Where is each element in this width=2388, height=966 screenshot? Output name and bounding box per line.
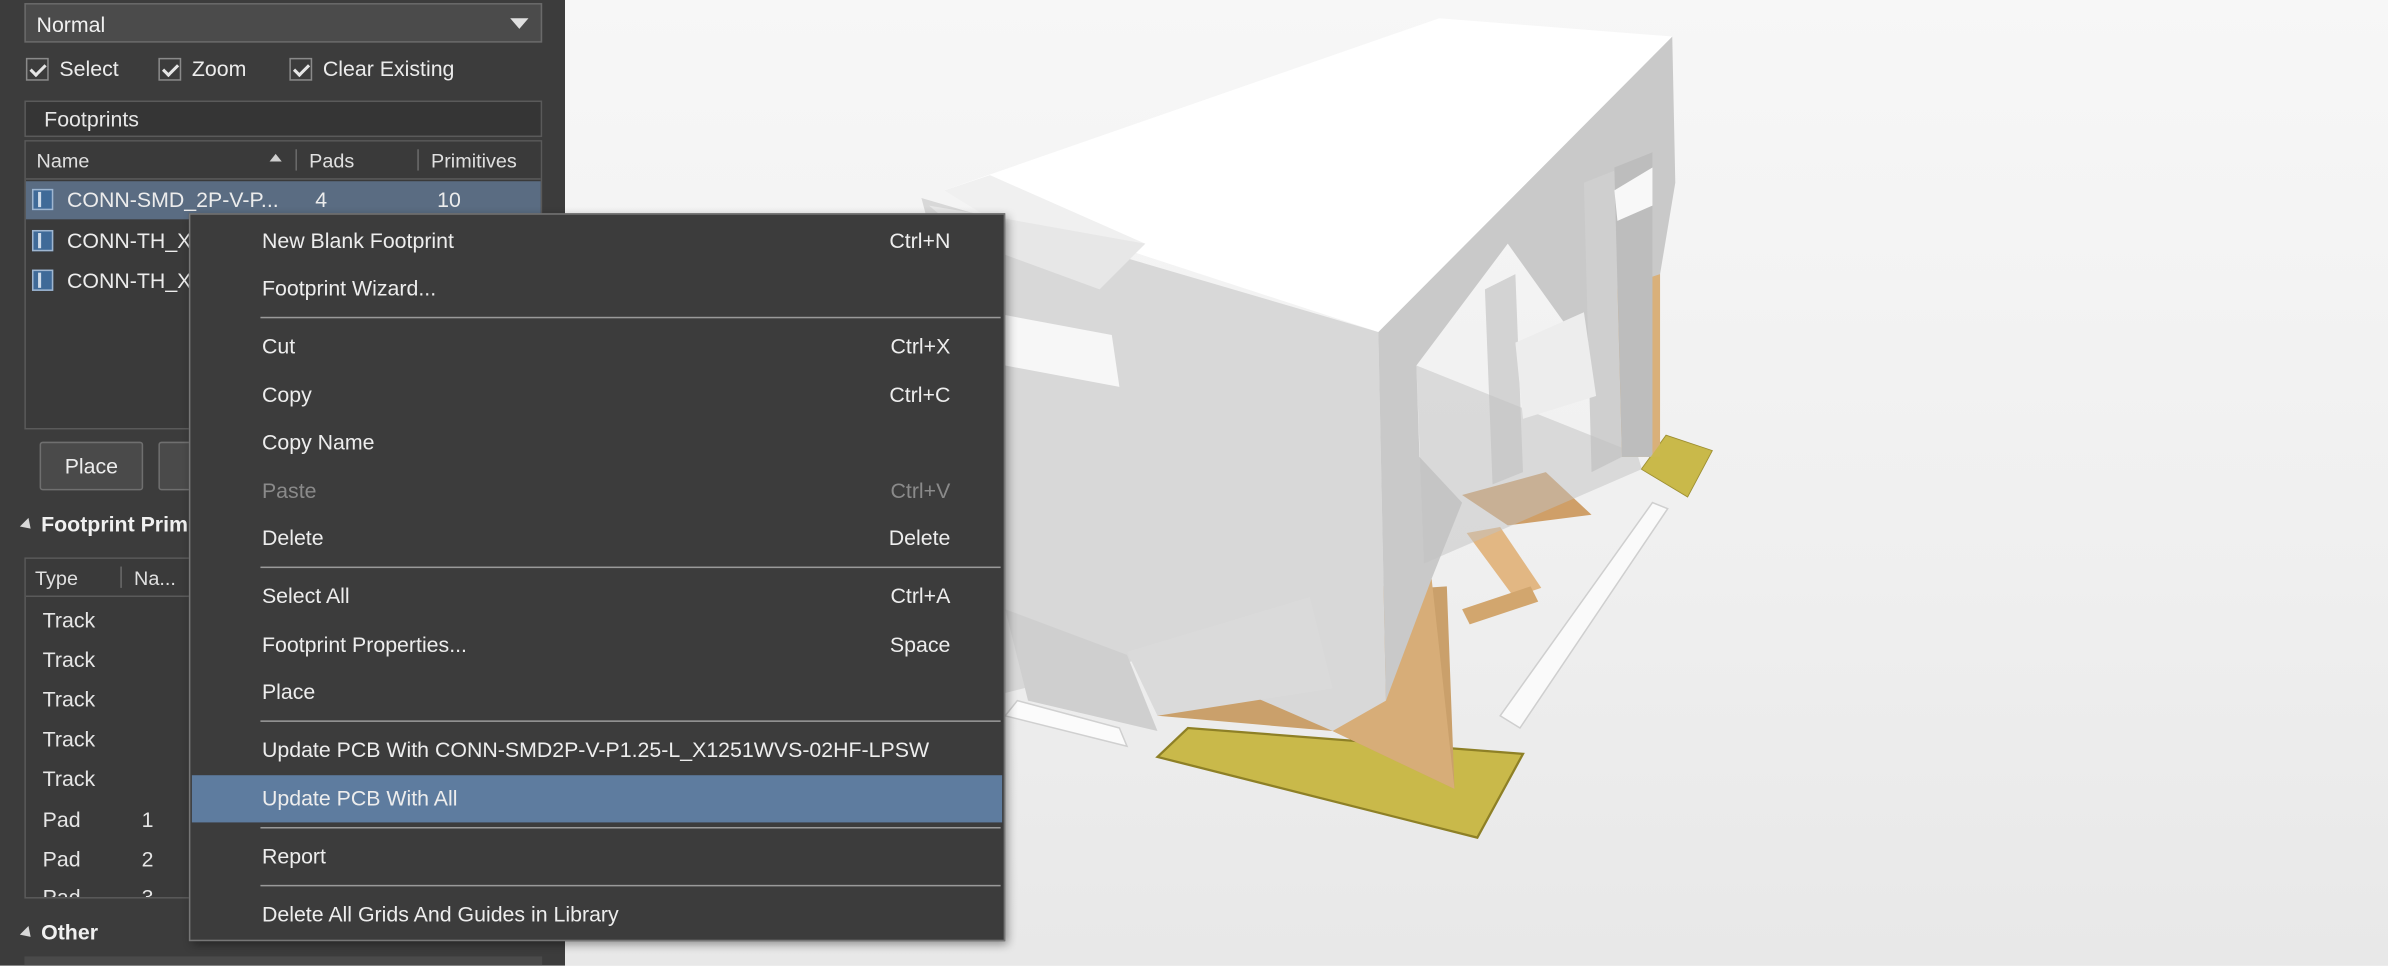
menu-item-place[interactable]: Place [192,669,1002,716]
primitives-rows: Track Track Track Track Track Pad 1 Pad … [26,597,209,897]
checkmark-icon [289,57,313,80]
column-name[interactable]: Name [37,149,90,172]
menu-separator [260,884,1001,887]
checkmark-icon [158,57,182,80]
menu-item-shortcut: Ctrl+N [889,228,951,253]
other-section-field [24,956,543,966]
zoom-checkbox[interactable]: Zoom [158,55,246,82]
mask-mode-value: Normal [36,12,106,37]
select-checkbox[interactable]: Select [25,55,119,82]
menu-item-label: Footprint Properties... [261,632,467,657]
footprint-name: CONN-TH_X [67,228,192,253]
column-pads[interactable]: Pads [309,149,354,172]
collapse-triangle-icon [19,518,35,534]
primitive-type[interactable]: Pad [43,885,81,897]
menu-item-label: Copy [261,382,312,407]
menu-item-shortcut: Ctrl+A [890,583,951,608]
section-title: Footprint Prim [41,511,188,537]
primitive-type[interactable]: Track [43,608,96,632]
clear-existing-checkbox[interactable]: Clear Existing [289,55,454,82]
collapse-triangle-icon [19,926,35,942]
menu-item-shortcut: Ctrl+X [890,333,951,358]
footprint-primitives: 10 [437,187,461,212]
menu-item-label: Delete [261,525,324,550]
footprints-group-title: Footprints [44,106,139,131]
footprint-icon [31,269,54,291]
primitive-name: 2 [141,846,154,872]
menu-item-label: Update PCB With All [261,785,458,811]
primitive-type[interactable]: Pad [43,807,81,831]
primitive-name: 3 [141,884,154,898]
menu-item-paste: Paste Ctrl+V [192,468,1002,515]
menu-item-copy-name[interactable]: Copy Name [192,419,1002,466]
column-primitives[interactable]: Primitives [431,149,517,172]
footprint-icon [31,229,54,252]
column-name[interactable]: Na... [134,567,176,590]
menu-item-update-pcb-with-footprint[interactable]: Update PCB With CONN-SMD2P-V-P1.25-L_X12… [192,726,1002,773]
other-section[interactable]: Other [19,919,98,945]
menu-item-shortcut: Space [889,632,951,657]
checkmark-icon [25,57,49,80]
menu-separator [260,316,1001,319]
menu-item-label: Delete All Grids And Guides in Library [261,901,619,926]
select-label: Select [59,56,119,81]
menu-item-footprint-wizard[interactable]: Footprint Wizard... [192,265,1002,312]
primitive-name: 1 [141,807,154,832]
footprint-pads: 4 [315,187,328,212]
column-type[interactable]: Type [35,567,78,590]
menu-item-delete-all-grids-and-guides[interactable]: Delete All Grids And Guides in Library [192,891,1002,938]
footprints-column-header: Name Pads Primitives [25,141,541,180]
primitive-type[interactable]: Track [43,647,96,671]
footprint-name: CONN-TH_X [67,268,192,293]
menu-item-report[interactable]: Report [192,833,1002,880]
menu-separator [260,566,1001,569]
primitive-type[interactable]: Track [43,766,96,790]
menu-item-copy[interactable]: Copy Ctrl+C [192,372,1002,419]
primitive-type[interactable]: Track [43,726,96,750]
menu-item-label: Copy Name [261,429,375,454]
menu-item-delete[interactable]: Delete Delete [192,515,1002,562]
primitive-type[interactable]: Track [43,687,96,711]
footprint-name: CONN-SMD_2P-V-P... [67,187,279,212]
menu-item-label: Place [261,679,316,704]
primitives-column-header: Type Na... [25,558,209,598]
menu-item-label: New Blank Footprint [261,228,454,253]
menu-item-label: Footprint Wizard... [261,275,437,301]
primitive-type[interactable]: Pad [43,847,81,871]
menu-item-shortcut: Ctrl+V [890,478,951,503]
chevron-down-icon [510,18,529,29]
column-separator [295,149,297,171]
menu-item-label: Select All [261,583,350,608]
footprints-group-header: Footprints [24,100,543,138]
menu-item-shortcut: Delete [888,525,951,550]
section-title: Other [41,919,98,945]
menu-separator [260,720,1001,722]
menu-item-select-all[interactable]: Select All Ctrl+A [192,573,1002,620]
menu-item-new-blank-footprint[interactable]: New Blank Footprint Ctrl+N [192,218,1002,265]
menu-item-cut[interactable]: Cut Ctrl+X [192,323,1002,370]
clear-existing-label: Clear Existing [322,56,455,81]
menu-item-label: Update PCB With CONN-SMD2P-V-P1.25-L_X12… [261,737,930,762]
menu-item-shortcut: Ctrl+C [889,382,951,407]
menu-item-label: Paste [261,478,317,503]
footprint-primitives-section[interactable]: Footprint Prim [19,511,188,537]
context-menu: New Blank Footprint Ctrl+N Footprint Wiz… [188,213,1006,942]
footprint-icon [31,188,54,211]
menu-item-footprint-properties[interactable]: Footprint Properties... Space [192,621,1002,668]
zoom-label: Zoom [191,56,247,81]
place-button[interactable]: Place [39,441,144,491]
menu-item-label: Report [261,843,326,869]
menu-separator [260,826,1001,829]
menu-item-update-pcb-with-all[interactable]: Update PCB With All [191,775,1003,823]
mask-mode-dropdown[interactable]: Normal [24,3,543,43]
column-separator [417,149,419,171]
sort-ascending-icon [269,153,282,162]
menu-item-label: Cut [261,333,296,358]
column-separator [120,566,122,588]
